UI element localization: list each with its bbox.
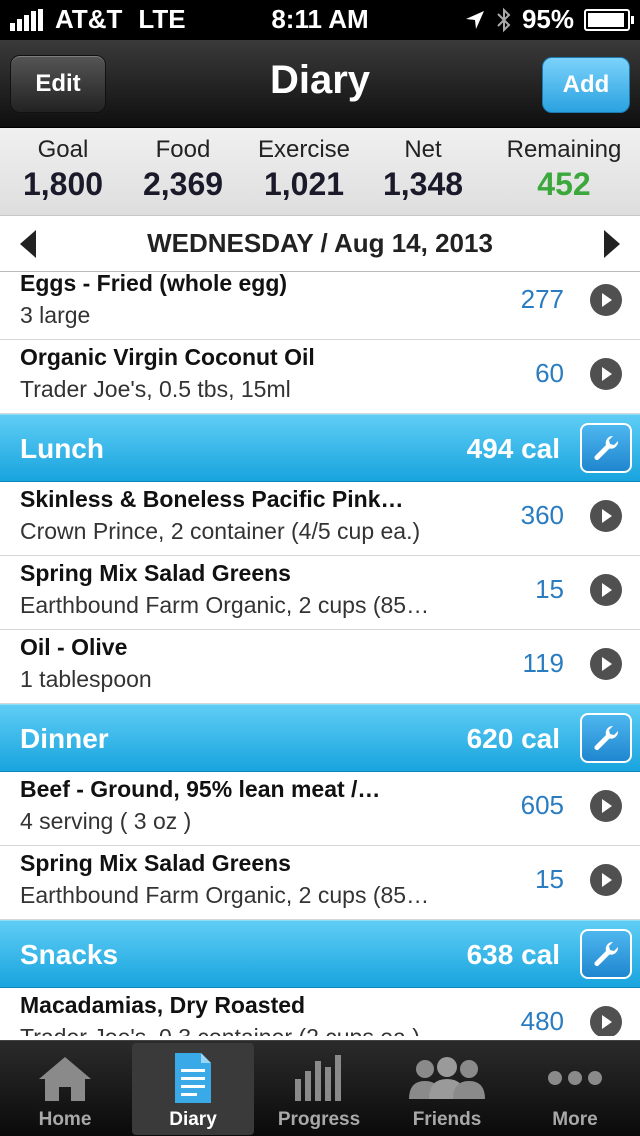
food-entry-row[interactable]: Spring Mix Salad Greens Earthbound Farm … (0, 846, 640, 920)
tab-label: Home (38, 1109, 92, 1130)
dinner-title: Dinner (20, 723, 109, 754)
food-calories: 15 (535, 864, 564, 894)
calorie-summary: Goal 1,800 Food 2,369 Exercise 1,021 Net… (0, 128, 640, 216)
detail-arrow-icon[interactable] (590, 500, 622, 532)
tab-label: Friends (412, 1109, 482, 1130)
more-icon (548, 1071, 602, 1085)
date-navigator: WEDNESDAY / Aug 14, 2013 (0, 216, 640, 272)
food-calories: 119 (522, 648, 564, 678)
progress-icon (295, 1055, 341, 1101)
dinner-total: 620 cal (466, 723, 560, 754)
location-icon (465, 10, 484, 29)
snacks-options-button[interactable] (580, 929, 632, 979)
food-name: Skinless & Boneless Pacific Pink… (20, 486, 404, 512)
food-name: Spring Mix Salad Greens (20, 850, 291, 876)
goal-label: Goal (37, 136, 89, 163)
goal-summary: Goal 1,800 (14, 136, 112, 203)
current-date: WEDNESDAY / Aug 14, 2013 (147, 228, 493, 258)
lunch-title: Lunch (20, 433, 104, 464)
food-description: 3 large (20, 302, 91, 328)
food-description: Trader Joe's, 0.3 container (2 cups ea.) (20, 1024, 420, 1036)
detail-arrow-icon[interactable] (590, 1006, 622, 1036)
detail-arrow-icon[interactable] (590, 574, 622, 606)
tab-diary[interactable]: Diary (132, 1043, 254, 1135)
next-day-icon[interactable] (604, 230, 620, 258)
detail-arrow-icon[interactable] (590, 790, 622, 822)
tab-more[interactable]: More (514, 1043, 636, 1135)
lunch-section-header: Lunch 494 cal (0, 414, 640, 482)
food-description: Earthbound Farm Organic, 2 cups (85… (20, 592, 430, 618)
food-description: Trader Joe's, 0.5 tbs, 15ml (20, 376, 291, 402)
snacks-total: 638 cal (466, 939, 560, 970)
detail-arrow-icon[interactable] (590, 358, 622, 390)
food-description: 4 serving ( 3 oz ) (20, 808, 192, 834)
remaining-summary: Remaining 452 (500, 136, 628, 203)
battery-percent: 95% (521, 4, 574, 34)
food-calories: 60 (535, 358, 564, 388)
lunch-total: 494 cal (466, 433, 560, 464)
bluetooth-icon (497, 7, 511, 32)
food-entry-row[interactable]: Organic Virgin Coconut Oil Trader Joe's,… (0, 340, 640, 414)
food-calories: 605 (520, 790, 564, 820)
tab-friends[interactable]: Friends (386, 1043, 508, 1135)
exercise-summary: Exercise 1,021 (250, 136, 358, 203)
net-value: 1,348 (382, 166, 464, 202)
food-calories: 480 (520, 1006, 564, 1036)
food-value: 2,369 (142, 166, 224, 202)
navigation-bar: Edit Diary Add (0, 40, 640, 128)
exercise-label: Exercise (257, 136, 351, 163)
tab-home[interactable]: Home (4, 1043, 126, 1135)
status-right: 95% (464, 4, 634, 35)
food-description: 1 tablespoon (20, 666, 152, 692)
tab-bar: Home Diary Progress Friends More (0, 1040, 640, 1136)
food-calories: 277 (520, 284, 564, 314)
net-label: Net (404, 136, 442, 163)
food-entry-row[interactable]: Spring Mix Salad Greens Earthbound Farm … (0, 556, 640, 630)
food-summary: Food 2,369 (134, 136, 232, 203)
food-entry-row[interactable]: Oil - Olive 1 tablespoon 119 (0, 630, 640, 704)
wrench-icon (594, 941, 619, 966)
food-name: Eggs - Fried (whole egg) (20, 272, 288, 296)
dinner-section-header: Dinner 620 cal (0, 704, 640, 772)
food-name: Spring Mix Salad Greens (20, 560, 291, 586)
battery-icon (584, 8, 634, 31)
detail-arrow-icon[interactable] (590, 864, 622, 896)
net-summary: Net 1,348 (374, 136, 472, 203)
wrench-icon (594, 435, 619, 460)
food-name: Beef - Ground, 95% lean meat /… (20, 776, 381, 802)
friends-icon (409, 1057, 485, 1099)
tab-label: Progress (277, 1109, 361, 1130)
food-entry-row[interactable]: Macadamias, Dry Roasted Trader Joe's, 0.… (0, 988, 640, 1036)
diary-icon (175, 1053, 211, 1103)
exercise-value: 1,021 (263, 166, 345, 202)
diary-list[interactable]: Eggs - Fried (whole egg) 3 large 277 Org… (0, 272, 640, 1036)
status-bar: AT&T LTE 8:11 AM 95% (0, 0, 640, 40)
food-label: Food (155, 136, 211, 163)
food-calories: 15 (535, 574, 564, 604)
goal-value: 1,800 (22, 166, 104, 202)
food-entry-row[interactable]: Beef - Ground, 95% lean meat /… 4 servin… (0, 772, 640, 846)
snacks-title: Snacks (20, 939, 119, 970)
remaining-label: Remaining (506, 136, 622, 163)
food-entry-row[interactable]: Eggs - Fried (whole egg) 3 large 277 (0, 272, 640, 340)
snacks-section-header: Snacks 638 cal (0, 920, 640, 988)
tab-label: Diary (169, 1109, 217, 1130)
tab-progress[interactable]: Progress (258, 1043, 380, 1135)
food-entry-row[interactable]: Skinless & Boneless Pacific Pink… Crown … (0, 482, 640, 556)
detail-arrow-icon[interactable] (590, 284, 622, 316)
food-description: Earthbound Farm Organic, 2 cups (85… (20, 882, 430, 908)
remaining-value: 452 (537, 166, 591, 202)
dinner-options-button[interactable] (580, 713, 632, 763)
food-calories: 360 (520, 500, 564, 530)
detail-arrow-icon[interactable] (590, 648, 622, 680)
food-description: Crown Prince, 2 container (4/5 cup ea.) (20, 518, 421, 544)
food-name: Organic Virgin Coconut Oil (20, 344, 315, 370)
home-icon (39, 1057, 91, 1101)
food-name: Macadamias, Dry Roasted (20, 992, 306, 1018)
tab-label: More (552, 1109, 598, 1130)
lunch-options-button[interactable] (580, 423, 632, 473)
add-button[interactable]: Add (542, 57, 630, 113)
wrench-icon (594, 725, 619, 750)
food-name: Oil - Olive (20, 634, 128, 660)
